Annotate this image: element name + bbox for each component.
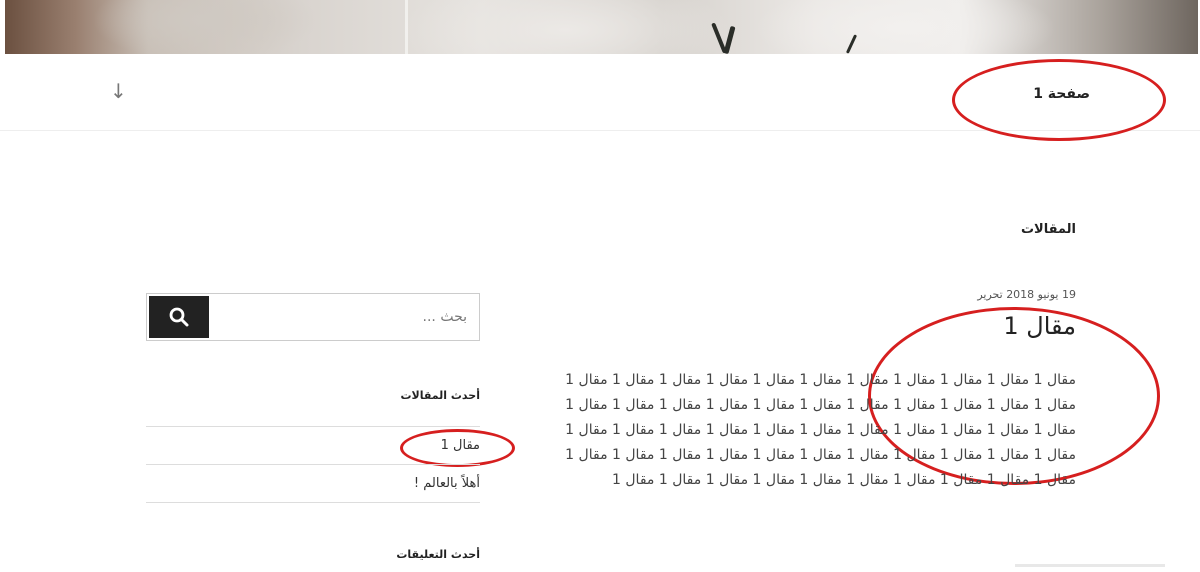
search-input[interactable] — [217, 294, 479, 340]
post-title[interactable]: مقال 1 — [1003, 312, 1076, 340]
top-navigation: ↓ صفحة 1 — [0, 54, 1200, 131]
nav-page-link[interactable]: صفحة 1 — [1033, 86, 1090, 102]
faded-text — [1015, 564, 1165, 567]
list-item[interactable]: مقال 1 — [146, 426, 480, 464]
search-button[interactable] — [149, 296, 209, 338]
header-image — [5, 0, 1198, 55]
arrow-down-icon[interactable]: ↓ — [110, 78, 127, 104]
post-meta[interactable]: 19 يونيو 2018 تحرير — [977, 288, 1076, 301]
plant-leaf — [723, 25, 736, 55]
recent-posts-title: أحدث المقالات — [400, 389, 480, 402]
search-form — [146, 293, 480, 341]
post-body: مقال 1 مقال 1 مقال 1 مقال 1 مقال 1 مقال … — [565, 372, 1076, 488]
recent-posts-list: مقال 1 أهلاً بالعالم ! — [146, 426, 480, 503]
list-item[interactable]: أهلاً بالعالم ! — [146, 464, 480, 503]
recent-comments-title: أحدث التعليقات — [396, 548, 480, 561]
section-title: المقالات — [1020, 222, 1076, 237]
plant-leaf — [845, 34, 858, 54]
header-image-detail — [405, 0, 408, 54]
search-icon — [169, 307, 189, 327]
